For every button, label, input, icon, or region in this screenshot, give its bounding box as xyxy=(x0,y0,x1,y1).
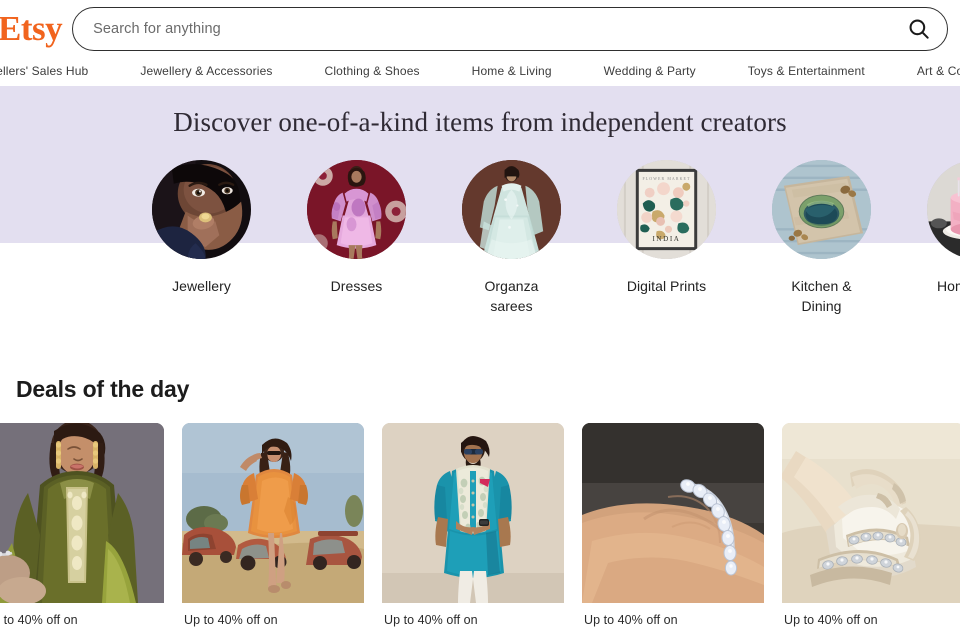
deal-card-image xyxy=(582,423,764,603)
nav-item-art-collectibles[interactable]: Art & Collectibles xyxy=(891,57,960,86)
deal-card-caption: Up to 40% off on xyxy=(182,603,364,629)
nav-item-clothing-shoes[interactable]: Clothing & Shoes xyxy=(299,57,446,86)
deal-card-image xyxy=(382,423,564,603)
svg-text:FLOWER MARKET: FLOWER MARKET xyxy=(642,176,690,181)
svg-text:INDIA: INDIA xyxy=(652,235,680,243)
category-item-dresses[interactable]: Dresses xyxy=(307,160,406,317)
deal-card[interactable]: Up to 40% off on xyxy=(182,423,364,630)
search-input[interactable]: Search for anything xyxy=(72,6,948,51)
category-item-kitchen-dining[interactable]: Kitchen & Dining xyxy=(772,160,871,317)
deal-card[interactable]: Up to 40% off on xyxy=(382,423,564,630)
search-bar[interactable]: Search for anything xyxy=(72,6,948,51)
category-image-digital-prints: FLOWER MARKET INDIA xyxy=(617,160,716,259)
category-circles-list: Jewellery Dresses Organza sarees FLOWER … xyxy=(152,160,960,317)
deal-card-image xyxy=(782,423,960,603)
category-label-jewellery: Jewellery xyxy=(172,278,231,294)
deal-card-caption: Up to 40% off on xyxy=(582,603,764,629)
site-header: Etsy Search for anything xyxy=(0,0,960,57)
nav-item-toys-entertainment[interactable]: Toys & Entertainment xyxy=(722,57,891,86)
deals-of-the-day-heading: Deals of the day xyxy=(16,376,190,402)
nav-item-wedding-party[interactable]: Wedding & Party xyxy=(578,57,722,86)
category-nav: Sellers' Sales Hub Jewellery & Accessori… xyxy=(0,57,960,86)
category-label-digital-prints: Digital Prints xyxy=(626,278,707,294)
category-image-organza-sarees xyxy=(462,160,561,259)
category-nav-list: Sellers' Sales Hub Jewellery & Accessori… xyxy=(0,57,960,86)
deal-card-caption: Up to 40% off on xyxy=(0,603,164,629)
deals-card-row: Up to 40% off on xyxy=(0,423,960,630)
category-label-home-decor: Home Decor xyxy=(936,278,960,294)
deal-card[interactable]: Up to 40% off on xyxy=(582,423,764,630)
category-image-home-decor xyxy=(927,160,960,259)
deal-card-image xyxy=(0,423,164,603)
deal-card[interactable]: Up to 40% off on xyxy=(0,423,164,630)
hero-title: Discover one-of-a-kind items from indepe… xyxy=(173,107,787,137)
category-label-dresses: Dresses xyxy=(330,278,383,294)
deals-card-list: Up to 40% off on xyxy=(0,423,960,630)
nav-item-sellers-sales-hub[interactable]: Sellers' Sales Hub xyxy=(0,57,114,86)
deal-card-image xyxy=(182,423,364,603)
search-icon[interactable] xyxy=(906,16,932,42)
category-item-jewellery[interactable]: Jewellery xyxy=(152,160,251,317)
nav-item-home-living[interactable]: Home & Living xyxy=(446,57,578,86)
category-image-dresses xyxy=(307,160,406,259)
nav-item-jewellery-accessories[interactable]: Jewellery & Accessories xyxy=(114,57,298,86)
category-image-jewellery xyxy=(152,160,251,259)
category-image-kitchen-dining xyxy=(772,160,871,259)
category-item-home-decor[interactable]: Home Decor xyxy=(927,160,960,317)
category-item-digital-prints[interactable]: FLOWER MARKET INDIA Digital Prints xyxy=(617,160,716,317)
deal-card-caption: Up to 40% off on xyxy=(782,603,960,629)
deal-card[interactable]: Up to 40% off on xyxy=(782,423,960,630)
category-label-organza-sarees: Organza sarees xyxy=(484,278,539,314)
category-label-kitchen-dining: Kitchen & Dining xyxy=(791,278,852,314)
etsy-logo[interactable]: Etsy xyxy=(0,11,63,46)
deal-card-caption: Up to 40% off on xyxy=(382,603,564,629)
search-placeholder: Search for anything xyxy=(93,20,221,37)
category-item-organza-sarees[interactable]: Organza sarees xyxy=(462,160,561,317)
